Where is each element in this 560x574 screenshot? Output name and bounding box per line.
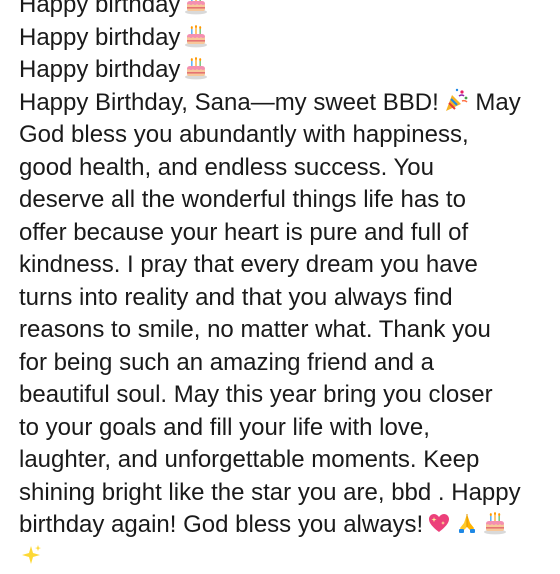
party-popper-icon [443,87,469,113]
line-text: laughter, and unforgettable moments. Kee… [19,446,479,473]
message-line: Happy birthday [19,0,549,22]
birthday-cake-icon [184,0,208,15]
line-text: Happy Birthday, Sana—my sweet BBD! [19,89,439,116]
line-text: offer because your heart is pure and ful… [19,219,468,246]
birthday-cake-icon [483,511,507,535]
line-text: reasons to smile, no matter what. Thank … [19,316,491,343]
line-text: deserve all the wonderful things life ha… [19,186,466,213]
line-text: to your goals and fill your life with lo… [19,414,430,441]
birthday-cake-icon [184,24,208,48]
message-line: God bless you abundantly with happiness, [19,119,549,152]
message-line: Happy birthday [19,22,549,55]
message-line [19,542,549,574]
message-text: Happy birthday Happy birthday Happy birt… [19,0,549,574]
message-line: for being such an amazing friend and a [19,347,549,380]
message-line: kindness. I pray that every dream you ha… [19,249,549,282]
line-text: beautiful soul. May this year bring you … [19,381,493,408]
message-line: Happy birthday [19,54,549,87]
message-line: offer because your heart is pure and ful… [19,217,549,250]
message-line: laughter, and unforgettable moments. Kee… [19,444,549,477]
message-line: reasons to smile, no matter what. Thank … [19,314,549,347]
folded-hands-icon [455,511,479,535]
message-line: beautiful soul. May this year bring you … [19,379,549,412]
line-text: birthday again! God bless you always! [19,511,423,538]
message-line: shining bright like the star you are, bb… [19,477,549,510]
birthday-cake-icon [184,56,208,80]
line-text: Happy birthday [19,0,180,18]
message-line: turns into reality and that you always f… [19,282,549,315]
message-line: birthday again! God bless you always! [19,509,549,542]
sparkling-heart-icon [427,511,451,535]
line-text: for being such an amazing friend and a [19,349,434,376]
message-line: deserve all the wonderful things life ha… [19,184,549,217]
line-text: shining bright like the star you are, bb… [19,479,521,506]
line-text: God bless you abundantly with happiness, [19,121,469,148]
message-line: to your goals and fill your life with lo… [19,412,549,445]
message-line: Happy Birthday, Sana—my sweet BBD! May [19,87,549,120]
message-line: good health, and endless success. You [19,152,549,185]
line-text: kindness. I pray that every dream you ha… [19,251,478,278]
line-text: May [475,89,520,116]
line-text: Happy birthday [19,24,180,51]
sparkles-icon [19,544,43,568]
line-text: turns into reality and that you always f… [19,284,453,311]
line-text: good health, and endless success. You [19,154,434,181]
line-text: Happy birthday [19,56,180,83]
